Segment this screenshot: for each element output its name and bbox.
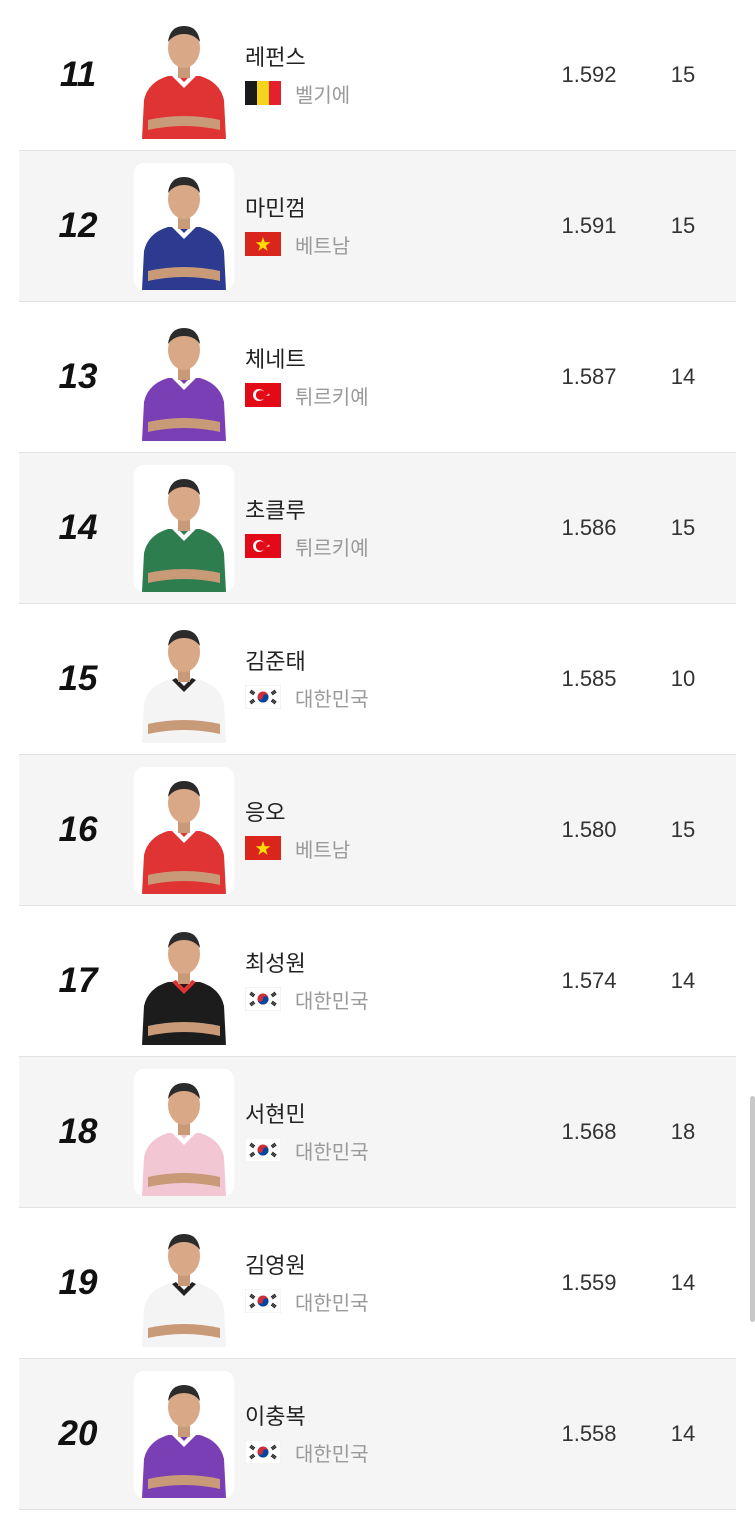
country-name: 대한민국	[295, 988, 369, 1013]
games-count: 14	[670, 1270, 696, 1295]
games-count: 15	[670, 515, 696, 540]
player-name[interactable]: 체네트	[245, 342, 306, 374]
country-name: 벨기에	[295, 82, 351, 107]
games-count: 10	[670, 666, 696, 691]
korea-flag-icon	[244, 1137, 282, 1163]
average-points: 1.585	[561, 666, 617, 691]
rank-number: 20	[58, 1414, 98, 1453]
games-count: 14	[670, 1421, 696, 1446]
average-points: 1.568	[561, 1119, 617, 1144]
player-name[interactable]: 김영원	[245, 1248, 306, 1280]
country: 튀르키예	[245, 533, 369, 560]
player-photo	[134, 918, 234, 1045]
player-photo	[134, 314, 234, 441]
ranking-list: 11 레펀스 벨기에 1.592 15 12 마민껌 베트남 1.591 15 13 체네트 튀르키예 1…	[19, 0, 736, 1510]
average-points: 1.592	[561, 62, 617, 87]
belgium-flag-icon	[245, 81, 281, 105]
player-name[interactable]: 초클루	[245, 493, 306, 525]
korea-flag-icon	[244, 986, 282, 1012]
turkey-flag-icon	[245, 534, 281, 558]
vietnam-flag-icon	[245, 836, 281, 860]
country: 대한민국	[244, 1439, 369, 1466]
games-count: 15	[670, 62, 696, 87]
average-points: 1.586	[561, 515, 617, 540]
average-points: 1.591	[561, 213, 617, 238]
player-photo	[134, 465, 234, 592]
player-name[interactable]: 서현민	[245, 1097, 306, 1129]
player-row[interactable]: 17 최성원대한민국 1.574 14	[19, 906, 736, 1057]
country: 대한민국	[244, 986, 369, 1013]
player-photo	[134, 12, 234, 139]
korea-flag-icon	[244, 684, 282, 710]
games-count: 14	[670, 968, 696, 993]
player-photo	[134, 1220, 234, 1347]
country-name: 대한민국	[295, 1441, 369, 1466]
player-row[interactable]: 18 서현민대한민국 1.568 18	[19, 1057, 736, 1208]
average-points: 1.580	[561, 817, 617, 842]
player-photo	[134, 1069, 234, 1196]
player-name[interactable]: 최성원	[245, 946, 306, 978]
player-row[interactable]: 15 김준태대한민국 1.585 10	[19, 604, 736, 755]
country-name: 튀르키예	[295, 535, 369, 560]
country: 베트남	[245, 231, 351, 258]
player-row[interactable]: 11 레펀스벨기에 1.592 15	[19, 0, 736, 151]
player-photo	[134, 1371, 234, 1498]
country: 대한민국	[244, 1288, 369, 1315]
turkey-flag-icon	[245, 383, 281, 407]
country: 벨기에	[245, 80, 351, 107]
player-row[interactable]: 16 응오베트남 1.580 15	[19, 755, 736, 906]
games-count: 18	[670, 1119, 696, 1144]
player-row[interactable]: 14 초클루튀르키예 1.586 15	[19, 453, 736, 604]
rank-number: 19	[58, 1263, 98, 1302]
player-row[interactable]: 13 체네트튀르키예 1.587 14	[19, 302, 736, 453]
average-points: 1.559	[561, 1270, 617, 1295]
games-count: 15	[670, 213, 696, 238]
country-name: 튀르키예	[295, 384, 369, 409]
rank-number: 11	[59, 55, 97, 94]
average-points: 1.587	[561, 364, 617, 389]
korea-flag-icon	[244, 1439, 282, 1465]
rank-number: 14	[58, 508, 98, 547]
average-points: 1.574	[561, 968, 617, 993]
player-photo	[134, 616, 234, 743]
games-count: 14	[670, 364, 696, 389]
rank-number: 18	[58, 1112, 98, 1151]
rank-number: 16	[58, 810, 98, 849]
rank-number: 13	[58, 357, 98, 396]
player-name[interactable]: 레펀스	[245, 40, 306, 72]
country: 베트남	[245, 835, 351, 862]
player-photo	[134, 163, 234, 290]
country-name: 대한민국	[295, 1290, 369, 1315]
player-name[interactable]: 마민껌	[245, 191, 306, 223]
country: 튀르키예	[245, 382, 369, 409]
rank-number: 15	[58, 659, 98, 698]
player-row[interactable]: 12 마민껌베트남 1.591 15	[19, 151, 736, 302]
average-points: 1.558	[561, 1421, 617, 1446]
country-name: 베트남	[295, 233, 351, 258]
country-name: 대한민국	[295, 686, 369, 711]
country-name: 베트남	[295, 837, 351, 862]
player-photo	[134, 767, 234, 894]
player-name[interactable]: 김준태	[245, 644, 306, 676]
vietnam-flag-icon	[245, 232, 281, 256]
player-name[interactable]: 이충복	[245, 1399, 306, 1431]
player-row[interactable]: 20 이충복대한민국 1.558 14	[19, 1359, 736, 1510]
games-count: 15	[670, 817, 696, 842]
country: 대한민국	[244, 1137, 369, 1164]
player-row[interactable]: 19 김영원대한민국 1.559 14	[19, 1208, 736, 1359]
rank-number: 12	[58, 206, 98, 245]
player-name[interactable]: 응오	[245, 795, 285, 827]
korea-flag-icon	[244, 1288, 282, 1314]
country-name: 대한민국	[295, 1139, 369, 1164]
country: 대한민국	[244, 684, 369, 711]
scrollbar[interactable]	[750, 1096, 755, 1322]
rank-number: 17	[58, 961, 98, 1000]
